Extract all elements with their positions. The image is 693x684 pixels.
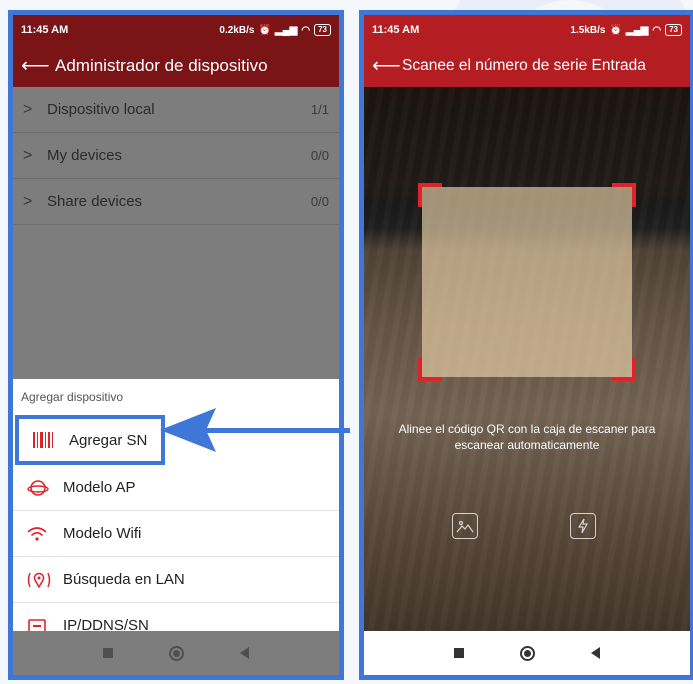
status-bar: 11:45 AM 1.5kB/s ⏰ ▂▄▆ ◠ 73 xyxy=(364,15,690,45)
page-title: Scanee el número de serie Entrada xyxy=(402,57,646,74)
add-sn-option[interactable]: Agregar SN xyxy=(15,415,165,465)
scan-corner xyxy=(418,357,442,381)
lan-search-option[interactable]: Búsqueda en LAN xyxy=(13,557,339,603)
barcode-icon xyxy=(33,432,69,448)
alarm-icon: ⏰ xyxy=(258,24,271,36)
device-group-row[interactable]: > Dispositivo local 1/1 xyxy=(13,87,339,133)
phone-left: 11:45 AM 0.2kB/s ⏰ ▂▄▆ ◠ 73 ⟵ Administra… xyxy=(8,10,344,680)
option-label: Agregar SN xyxy=(69,431,148,449)
image-icon xyxy=(456,520,474,533)
battery-icon: 73 xyxy=(314,24,331,36)
phone-right: 11:45 AM 1.5kB/s ⏰ ▂▄▆ ◠ 73 ⟵ Scanee el … xyxy=(359,10,693,680)
recents-button[interactable] xyxy=(103,648,113,658)
wifi-status-icon: ◠ xyxy=(301,24,311,36)
battery-icon: 73 xyxy=(665,24,682,36)
status-speed: 0.2kB/s xyxy=(219,24,255,36)
app-bar: ⟵ Scanee el número de serie Entrada xyxy=(364,45,690,87)
flash-icon xyxy=(577,518,589,534)
app-bar: ⟵ Administrador de dispositivo xyxy=(13,45,339,87)
system-nav-bar xyxy=(13,631,339,675)
signal-icon: ▂▄▆ xyxy=(625,24,649,36)
scan-corner xyxy=(418,183,442,207)
option-label: Búsqueda en LAN xyxy=(63,571,185,588)
add-device-sheet: Agregar dispositivo Agregar SN Modelo AP… xyxy=(13,379,339,649)
option-label: Modelo Wifi xyxy=(63,525,142,542)
wifi-icon xyxy=(27,526,63,542)
scan-corner xyxy=(612,357,636,381)
back-button[interactable] xyxy=(240,647,249,659)
alarm-icon: ⏰ xyxy=(609,24,622,36)
home-button[interactable] xyxy=(169,645,184,661)
chevron-right-icon: > xyxy=(23,192,33,210)
sheet-title: Agregar dispositivo xyxy=(13,379,339,415)
status-bar: 11:45 AM 0.2kB/s ⏰ ▂▄▆ ◠ 73 xyxy=(13,15,339,45)
device-group-count: 0/0 xyxy=(310,148,329,163)
back-arrow-icon[interactable]: ⟵ xyxy=(21,56,50,76)
system-nav-bar xyxy=(364,631,690,675)
scan-hint: Alinee el código QR con la caja de escan… xyxy=(398,422,656,452)
back-arrow-icon[interactable]: ⟵ xyxy=(372,56,401,76)
wifi-mode-option[interactable]: Modelo Wifi xyxy=(13,511,339,557)
status-time: 11:45 AM xyxy=(21,24,69,36)
device-group-label: Share devices xyxy=(47,193,143,210)
camera-preview: Alinee el código QR con la caja de escan… xyxy=(364,87,690,631)
location-pin-icon xyxy=(27,571,63,589)
back-button[interactable] xyxy=(591,647,600,659)
device-manager-content: > Dispositivo local 1/1 > My devices 0/0… xyxy=(13,87,339,675)
chevron-right-icon: > xyxy=(23,146,33,164)
ap-ring-icon xyxy=(27,479,63,497)
gallery-button[interactable] xyxy=(452,513,478,539)
ap-mode-option[interactable]: Modelo AP xyxy=(13,465,339,511)
device-group-row[interactable]: > My devices 0/0 xyxy=(13,133,339,179)
device-group-label: My devices xyxy=(47,147,123,164)
device-group-count: 0/0 xyxy=(310,194,329,209)
status-time: 11:45 AM xyxy=(372,24,420,36)
home-button[interactable] xyxy=(520,645,535,661)
device-group-count: 1/1 xyxy=(310,102,329,117)
device-list: > Dispositivo local 1/1 > My devices 0/0… xyxy=(13,87,339,225)
device-group-row[interactable]: > Share devices 0/0 xyxy=(13,179,339,225)
chevron-right-icon: > xyxy=(23,100,33,118)
recents-button[interactable] xyxy=(454,648,464,658)
flashlight-button[interactable] xyxy=(570,513,596,539)
status-speed: 1.5kB/s xyxy=(570,24,606,36)
page-title: Administrador de dispositivo xyxy=(55,56,268,75)
device-group-label: Dispositivo local xyxy=(47,101,155,118)
scan-frame xyxy=(418,183,636,381)
wifi-status-icon: ◠ xyxy=(652,24,662,36)
signal-icon: ▂▄▆ xyxy=(274,24,298,36)
scan-corner xyxy=(612,183,636,207)
option-label: Modelo AP xyxy=(63,479,136,496)
